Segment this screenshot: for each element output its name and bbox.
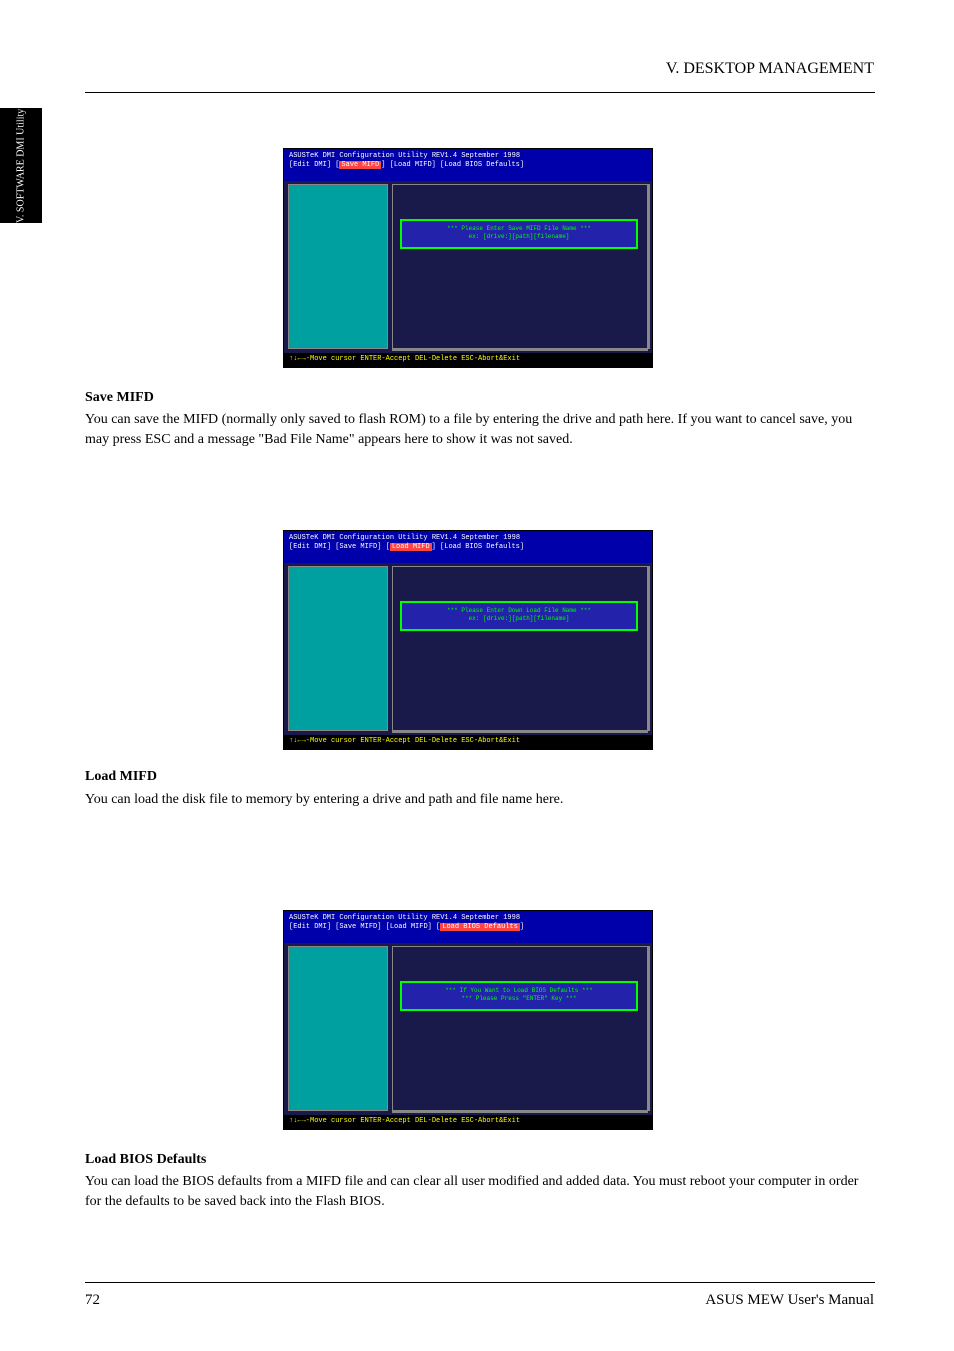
bios-dialog: *** Please Enter Save MIFD File Name ***… [400,219,638,249]
menu-highlight: Save MIFD [339,161,381,169]
bios-status-bar: ↑↓←→-Move cursor ENTER-Accept DEL-Delete… [284,735,652,749]
bios-title: ASUSTeK DMI Configuration Utility REV1.4… [289,152,647,161]
side-tab-label: V. SOFTWARE DMI Utility [0,108,42,223]
page-number: 72 [85,1292,100,1309]
bios-left-panel [288,184,388,349]
bios-right-panel [392,566,648,731]
screenshot-load-mifd: ASUSTeK DMI Configuration Utility REV1.4… [283,530,653,750]
bios-menu-row: [Edit DMI] [Save MIFD] [Load MIFD] [Load… [289,161,647,170]
bios-right-panel [392,184,648,349]
bios-left-panel [288,566,388,731]
top-divider [85,92,875,93]
section-desc-load-mifd: You can load the disk file to memory by … [85,790,875,810]
scrollbar-h [392,348,648,351]
screenshot-load-bios-defaults: ASUSTeK DMI Configuration Utility REV1.4… [283,910,653,1130]
bios-menu-bar: ASUSTeK DMI Configuration Utility REV1.4… [284,911,652,943]
bios-menu-row: [Edit DMI] [Save MIFD] [Load MIFD] [Load… [289,543,647,552]
bios-status-bar: ↑↓←→-Move cursor ENTER-Accept DEL-Delete… [284,1115,652,1129]
section-label-load-bios-defaults: Load BIOS Defaults [85,1152,206,1168]
scrollbar-v [647,184,650,349]
bios-dialog: *** If You Want to Load BIOS Defaults **… [400,981,638,1011]
header-title: V. DESKTOP MANAGEMENT [666,60,874,78]
menu-highlight: Load MIFD [390,543,432,551]
scrollbar-v [647,566,650,731]
bios-dialog: *** Please Enter Down Load File Name ***… [400,601,638,631]
bottom-divider [85,1282,875,1283]
bios-menu-bar: ASUSTeK DMI Configuration Utility REV1.4… [284,531,652,563]
footer-text: ASUS MEW User's Manual [705,1292,874,1309]
scrollbar-v [647,946,650,1111]
bios-title: ASUSTeK DMI Configuration Utility REV1.4… [289,914,647,923]
screenshot-save-mifd: ASUSTeK DMI Configuration Utility REV1.4… [283,148,653,368]
scrollbar-h [392,730,648,733]
section-label-load-mifd: Load MIFD [85,769,157,785]
menu-highlight: Load BIOS Defaults [440,923,520,931]
bios-menu-bar: ASUSTeK DMI Configuration Utility REV1.4… [284,149,652,181]
bios-right-panel [392,946,648,1111]
bios-status-bar: ↑↓←→-Move cursor ENTER-Accept DEL-Delete… [284,353,652,367]
section-desc-save-mifd: You can save the MIFD (normally only sav… [85,410,875,451]
bios-title: ASUSTeK DMI Configuration Utility REV1.4… [289,534,647,543]
scrollbar-h [392,1110,648,1113]
section-label-save-mifd: Save MIFD [85,390,154,406]
section-desc-load-bios-defaults: You can load the BIOS defaults from a MI… [85,1172,875,1213]
bios-menu-row: [Edit DMI] [Save MIFD] [Load MIFD] [Load… [289,923,647,932]
bios-left-panel [288,946,388,1111]
